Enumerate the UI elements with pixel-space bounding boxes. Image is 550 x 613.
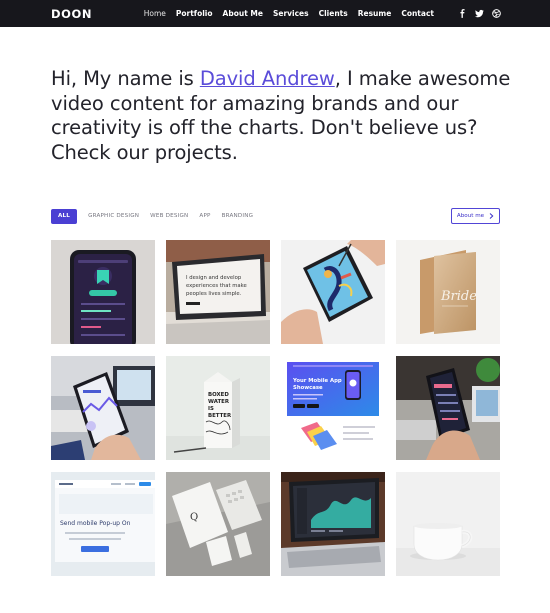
web-popup-headline: Send mobile Pop-up On [60, 520, 131, 527]
portfolio-item-phone-dark[interactable] [396, 356, 500, 460]
portfolio-filters: ALL GRAPHIC DESIGN WEB DESIGN APP BRANDI… [51, 208, 253, 224]
portfolio-item-laptop-dashboard[interactable] [281, 472, 385, 576]
bride-card-image: Bride [396, 240, 500, 344]
nav-links: Home Portfolio About Me Services Clients… [144, 0, 434, 27]
portfolio-item-bride-card[interactable]: Bride [396, 240, 500, 344]
app-showcase-image: Your Mobile App Showcase [281, 356, 385, 460]
hero-prefix: Hi, My name is [51, 67, 200, 90]
tablet-drawing-image [281, 240, 385, 344]
hero-heading: Hi, My name is David Andrew, I make awes… [51, 67, 511, 165]
portfolio-item-phone-chart[interactable] [51, 356, 155, 460]
nav-link-contact[interactable]: Contact [401, 9, 434, 18]
carton-text-2: WATER [208, 399, 230, 405]
phone-chart-image [51, 356, 155, 460]
showcase-heading-2: Showcase [293, 385, 323, 391]
nav-link-clients[interactable]: Clients [319, 9, 348, 18]
laptop-quote-line-2: experiences that make [186, 283, 247, 289]
portfolio-grid: I design and develop experiences that ma… [51, 240, 500, 576]
logo[interactable]: DOON [51, 7, 92, 21]
filter-graphic-design[interactable]: GRAPHIC DESIGN [88, 213, 139, 219]
portfolio-item-tablet-drawing[interactable] [281, 240, 385, 344]
chevron-right-icon [489, 213, 494, 219]
portfolio-item-laptop-quote[interactable]: I design and develop experiences that ma… [166, 240, 270, 344]
portfolio-item-milk-carton[interactable]: BOXED WATER IS BETTER [166, 356, 270, 460]
portfolio-item-web-popup[interactable]: Send mobile Pop-up On [51, 472, 155, 576]
web-popup-image: Send mobile Pop-up On [51, 472, 155, 576]
milk-carton-image: BOXED WATER IS BETTER [166, 356, 270, 460]
filter-web-design[interactable]: WEB DESIGN [150, 213, 188, 219]
facebook-icon[interactable] [458, 9, 467, 18]
nav-link-home[interactable]: Home [144, 9, 166, 18]
carton-text-1: BOXED [208, 392, 229, 398]
laptop-quote-image: I design and develop experiences that ma… [166, 240, 270, 344]
stationery-image: Q [166, 472, 270, 576]
phone-dark-image [396, 356, 500, 460]
laptop-quote-line-1: I design and develop [186, 275, 242, 281]
filter-branding[interactable]: BRANDING [222, 213, 254, 219]
nav-link-services[interactable]: Services [273, 9, 309, 18]
showcase-heading-1: Your Mobile App [292, 378, 342, 384]
about-me-label: About me [456, 213, 485, 219]
nav-link-resume[interactable]: Resume [358, 9, 392, 18]
bride-card-text: Bride [440, 289, 477, 304]
laptop-quote-line-3: peoples lives simple. [186, 291, 242, 297]
filter-all[interactable]: ALL [51, 208, 78, 224]
laptop-dashboard-image [281, 472, 385, 576]
filter-app[interactable]: APP [199, 213, 210, 219]
portfolio-item-stationery[interactable]: Q [166, 472, 270, 576]
social-links [458, 0, 501, 27]
portfolio-item-white-mug[interactable] [396, 472, 500, 576]
hero-name-link[interactable]: David Andrew [200, 67, 335, 90]
carton-text-3: IS [208, 406, 214, 412]
white-mug-image [396, 472, 500, 576]
portfolio-item-app-showcase[interactable]: Your Mobile App Showcase [281, 356, 385, 460]
portfolio-item-phone-app[interactable] [51, 240, 155, 344]
dribbble-icon[interactable] [492, 9, 501, 18]
carton-text-4: BETTER [208, 413, 232, 419]
twitter-icon[interactable] [475, 9, 484, 18]
nav-link-portfolio[interactable]: Portfolio [176, 9, 213, 18]
navbar: DOON Home Portfolio About Me Services Cl… [0, 0, 550, 27]
stationery-letter: Q [190, 512, 198, 523]
nav-link-about-me[interactable]: About Me [223, 9, 263, 18]
about-me-button[interactable]: About me [451, 208, 500, 224]
phone-app-image [51, 240, 155, 344]
